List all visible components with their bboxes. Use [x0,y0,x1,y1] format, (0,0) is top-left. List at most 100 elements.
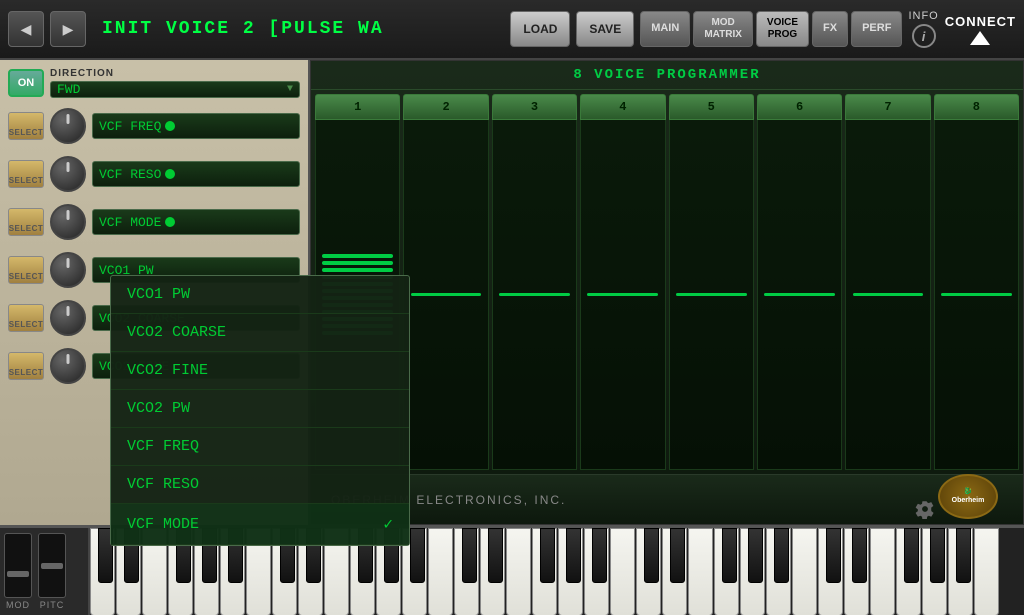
tab-group: MAIN MODMATRIX VOICEPROG FX PERF [640,11,902,47]
knob-3[interactable] [50,204,86,240]
voice-body-2[interactable] [403,120,488,470]
tab-main[interactable]: MAIN [640,11,690,47]
dropdown-item-label: VCF FREQ [127,438,199,455]
voice-header-2: 2 [403,94,488,120]
dropdown-item-vcfreso[interactable]: VCF RESO [111,466,409,504]
keyboard-controls: MOD PITC [0,528,90,615]
white-key[interactable] [974,528,999,615]
black-key[interactable] [930,528,945,583]
select-button-6[interactable]: SELECT [8,352,44,380]
voice-header-1: 1 [315,94,400,120]
tab-fx[interactable]: FX [812,11,848,47]
dropdown-item-vcffreq[interactable]: VCF FREQ [111,428,409,466]
voice-body-4[interactable] [580,120,665,470]
voice-header-6: 6 [757,94,842,120]
voice-body-6[interactable] [757,120,842,470]
param-display-2[interactable]: VCF RESO [92,161,300,187]
mod-label: MOD [6,600,30,610]
black-key[interactable] [462,528,477,583]
main-area: ON DIRECTION FWD ▼ SELECT VCF FREQ [0,60,1024,525]
select-button-5[interactable]: SELECT [8,304,44,332]
knob-5[interactable] [50,300,86,336]
save-button[interactable]: SAVE [576,11,634,47]
voice-body-3[interactable] [492,120,577,470]
pitch-label: PITC [40,600,65,610]
patch-name: INIT VOICE 2 [PULSE WA [92,19,504,39]
select-button-1[interactable]: SELECT [8,112,44,140]
knob-4[interactable] [50,252,86,288]
white-key[interactable] [870,528,895,615]
black-key[interactable] [592,528,607,583]
next-button[interactable]: ▶ [50,11,86,47]
black-key[interactable] [852,528,867,583]
white-key[interactable] [506,528,531,615]
voice-body-7[interactable] [845,120,930,470]
voice-col-8[interactable]: 8 [934,94,1019,470]
knob-6[interactable] [50,348,86,384]
connect-triangle-icon [970,31,990,45]
select-button-2[interactable]: SELECT [8,160,44,188]
voice-header-4: 4 [580,94,665,120]
black-key[interactable] [826,528,841,583]
voice-col-6[interactable]: 6 [757,94,842,470]
pitch-control: PITC [38,533,66,610]
black-key[interactable] [904,528,919,583]
dropdown-item-vco1pw[interactable]: VCO1 PW [111,276,409,314]
voice-body-8[interactable] [934,120,1019,470]
info-icon: i [912,24,936,48]
select-button-4[interactable]: SELECT [8,256,44,284]
direction-label: DIRECTION [50,68,300,79]
param-dot-1 [165,121,175,131]
connect-label: CONNECT [945,14,1016,29]
gear-icon[interactable] [915,499,935,519]
black-key[interactable] [540,528,555,583]
black-key[interactable] [566,528,581,583]
knob-1[interactable] [50,108,86,144]
black-key[interactable] [722,528,737,583]
voice-col-3[interactable]: 3 [492,94,577,470]
black-key[interactable] [410,528,425,583]
black-key[interactable] [774,528,789,583]
black-key[interactable] [644,528,659,583]
dropdown-item-label: VCF MODE [127,516,199,533]
tab-voice-prog[interactable]: VOICEPROG [756,11,809,47]
dropdown-item-vcfmode[interactable]: VCF MODE ✓ [111,504,409,545]
knob-2[interactable] [50,156,86,192]
black-key[interactable] [488,528,503,583]
dropdown-item-vco2coarse[interactable]: VCO2 COARSE [111,314,409,352]
black-key[interactable] [748,528,763,583]
dropdown-item-vco2pw[interactable]: VCO2 PW [111,390,409,428]
white-key[interactable] [688,528,713,615]
white-key[interactable] [792,528,817,615]
load-button[interactable]: LOAD [510,11,570,47]
voice-body-5[interactable] [669,120,754,470]
dropdown-arrow-icon: ▼ [287,84,293,95]
black-key[interactable] [956,528,971,583]
voice-grid: 12345678 [311,90,1023,474]
param-display-3[interactable]: VCF MODE [92,209,300,235]
voice-col-7[interactable]: 7 [845,94,930,470]
voice-bar [411,293,482,296]
voice-bar [764,293,835,296]
param-display-1[interactable]: VCF FREQ [92,113,300,139]
bottom-right: OBERHEIM ELECTRONICS, INC. 🐉Oberheim [311,474,1023,524]
voice-col-2[interactable]: 2 [403,94,488,470]
direction-dropdown[interactable]: FWD ▼ [50,81,300,98]
select-button-3[interactable]: SELECT [8,208,44,236]
prev-button[interactable]: ◀ [8,11,44,47]
voice-col-4[interactable]: 4 [580,94,665,470]
info-button[interactable]: INFO i [908,10,938,48]
tab-mod-matrix[interactable]: MODMATRIX [693,11,753,47]
on-button[interactable]: ON [8,69,44,97]
tab-perf[interactable]: PERF [851,11,902,47]
voice-bar [499,293,570,296]
black-key[interactable] [670,528,685,583]
param-dot-3 [165,217,175,227]
voice-col-5[interactable]: 5 [669,94,754,470]
voice-header-7: 7 [845,94,930,120]
connect-button[interactable]: CONNECT [945,14,1016,45]
white-key[interactable] [428,528,453,615]
dropdown-item-vco2fine[interactable]: VCO2 FINE [111,352,409,390]
white-key[interactable] [610,528,635,615]
voice-bar [853,293,924,296]
